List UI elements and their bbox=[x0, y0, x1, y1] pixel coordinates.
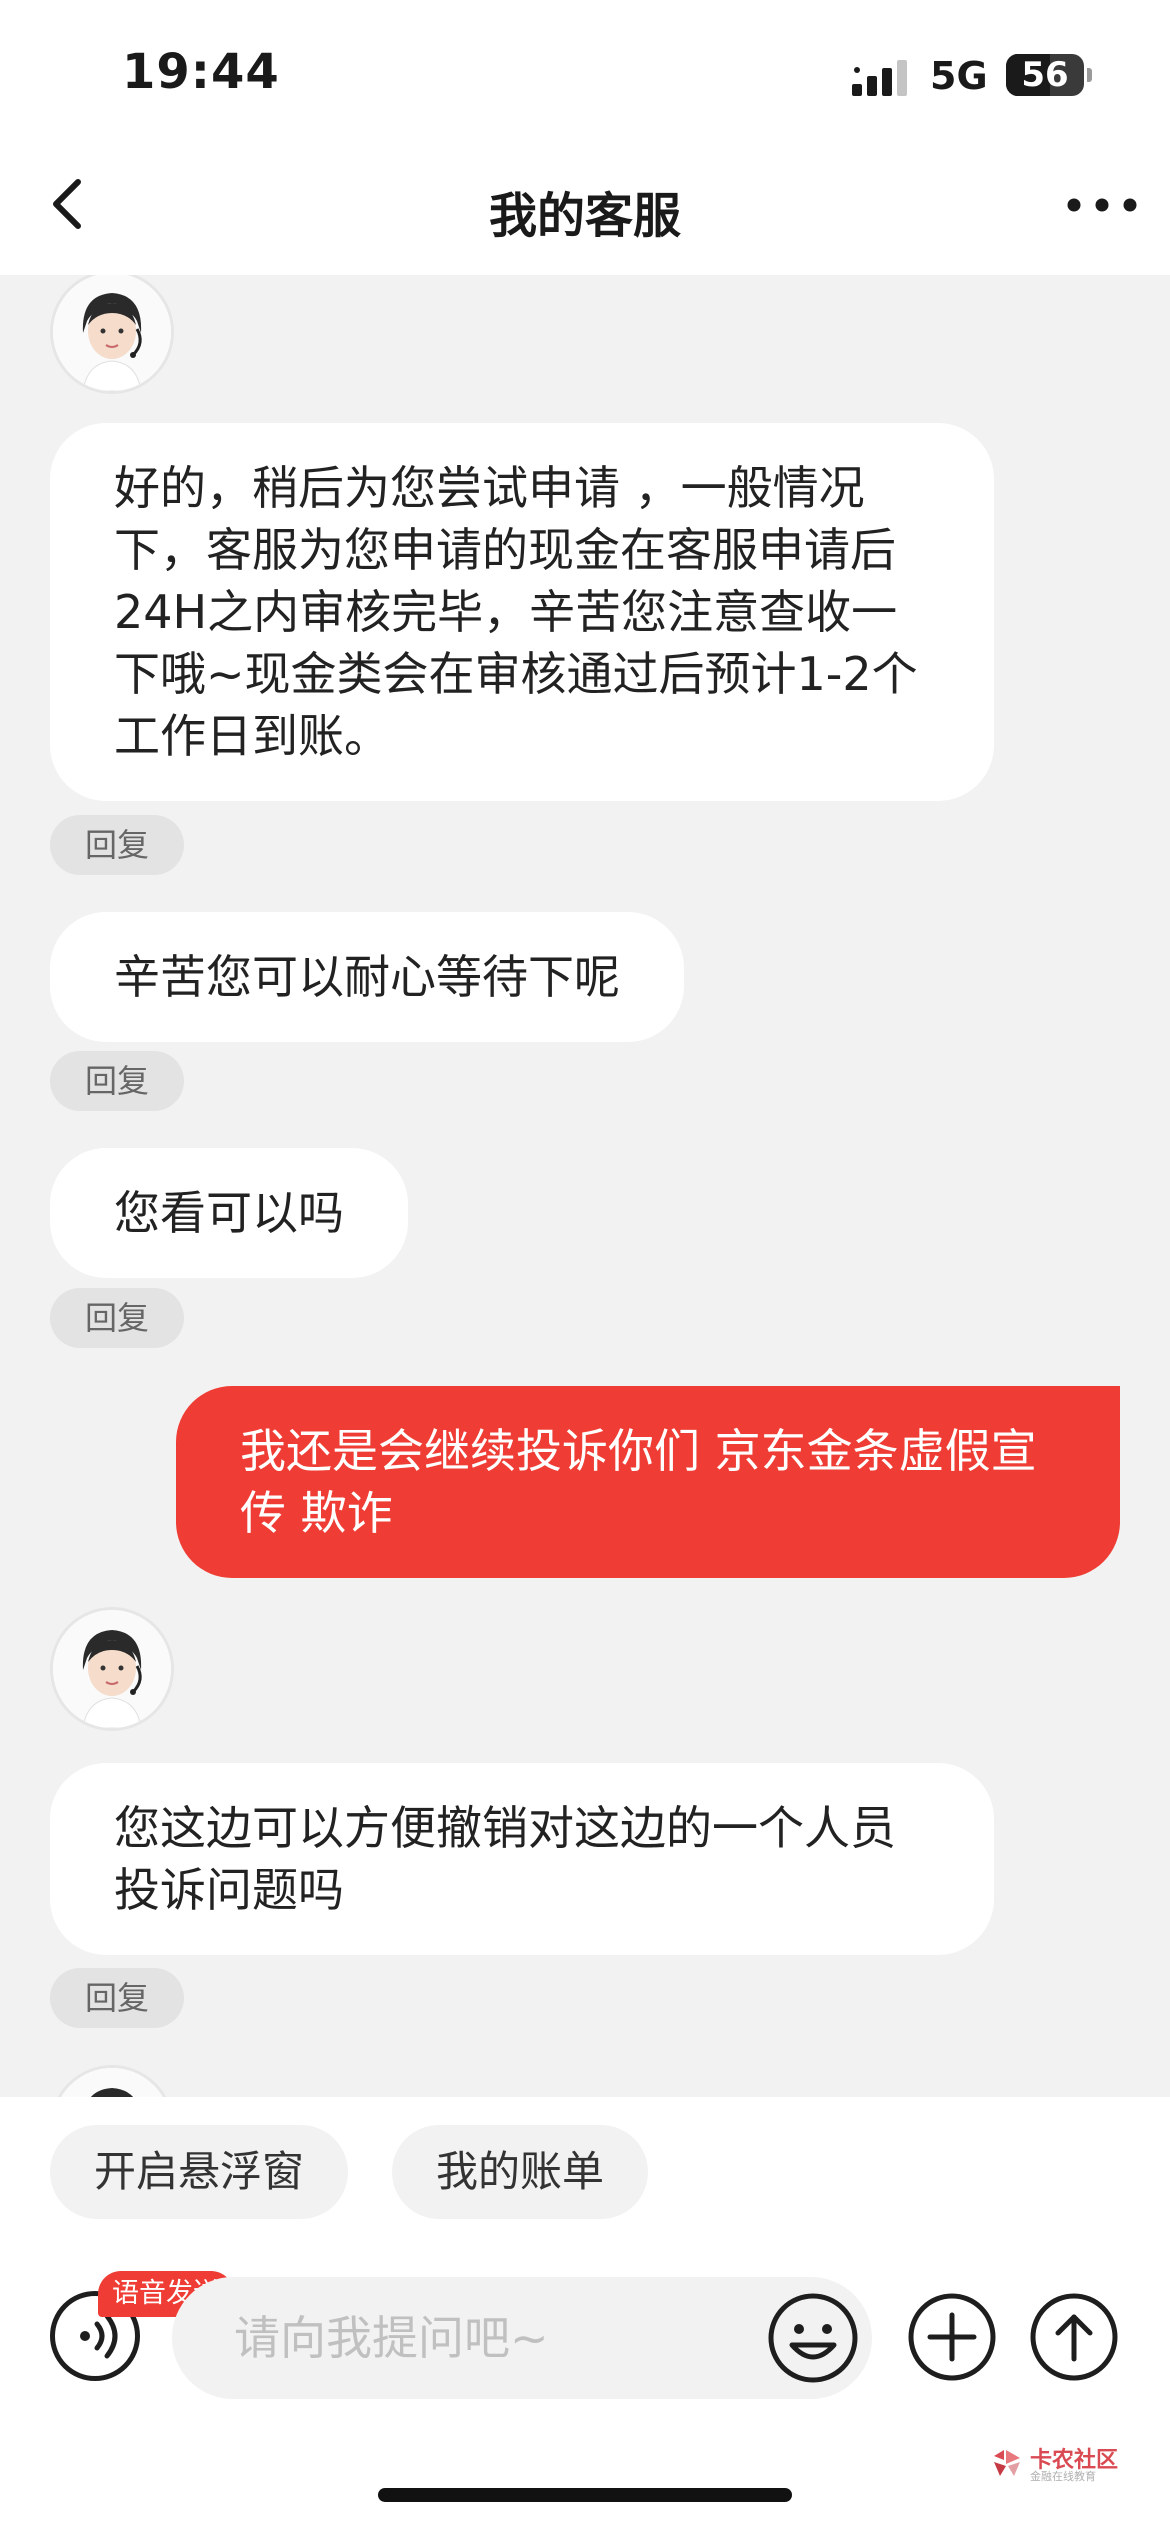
agent-message-bubble: 您看可以吗 bbox=[50, 1148, 408, 1278]
agent-avatar bbox=[50, 1607, 174, 1731]
watermark-logo: 卡农社区 金融在线教育 bbox=[990, 2442, 1120, 2486]
reply-button[interactable]: 回复 bbox=[50, 815, 184, 875]
page-title: 我的客服 bbox=[488, 188, 681, 244]
plus-circle-icon[interactable] bbox=[906, 2291, 998, 2383]
agent-message-bubble: 好的，稍后为您尝试申请 ，一般情况下，客服为您申请的现金在客服申请后24H之内审… bbox=[50, 423, 994, 801]
user-message-bubble: 我还是会继续投诉你们 京东金条虚假宣传 欺诈 bbox=[176, 1386, 1120, 1578]
agent-message-bubble: 辛苦您可以耐心等待下呢 bbox=[50, 912, 684, 1042]
status-bar: 19:44 5G 56 bbox=[0, 0, 1170, 150]
smiley-icon[interactable] bbox=[766, 2291, 860, 2385]
chat-area[interactable]: 好的，稍后为您尝试申请 ，一般情况下，客服为您申请的现金在客服申请后24H之内审… bbox=[0, 275, 1170, 2097]
agent-avatar bbox=[50, 2065, 174, 2097]
quick-action-floating-window[interactable]: 开启悬浮窗 bbox=[50, 2125, 349, 2219]
quick-action-my-bill[interactable]: 我的账单 bbox=[392, 2125, 649, 2219]
reply-button[interactable]: 回复 bbox=[50, 1288, 184, 1348]
battery-icon: 56 bbox=[1006, 54, 1084, 96]
signal-icon bbox=[852, 60, 907, 96]
home-indicator[interactable] bbox=[378, 2488, 792, 2502]
reply-button[interactable]: 回复 bbox=[50, 1968, 184, 2028]
more-horizontal-icon[interactable] bbox=[1064, 180, 1140, 230]
network-type-label: 5G bbox=[930, 54, 988, 98]
arrow-up-circle-icon[interactable] bbox=[1028, 2291, 1120, 2383]
agent-avatar bbox=[50, 275, 174, 394]
nav-bar: 我的客服 bbox=[0, 150, 1170, 275]
agent-message-bubble: 您这边可以方便撤销对这边的一个人员投诉问题吗 bbox=[50, 1763, 994, 1955]
watermark-icon bbox=[994, 2450, 1020, 2476]
battery-nub bbox=[1087, 68, 1092, 82]
watermark-subtitle: 金融在线教育 bbox=[1030, 2470, 1096, 2483]
battery-percent: 56 bbox=[1021, 55, 1069, 95]
status-time: 19:44 bbox=[122, 44, 280, 100]
reply-button[interactable]: 回复 bbox=[50, 1051, 184, 1111]
question-input[interactable] bbox=[234, 2277, 794, 2399]
